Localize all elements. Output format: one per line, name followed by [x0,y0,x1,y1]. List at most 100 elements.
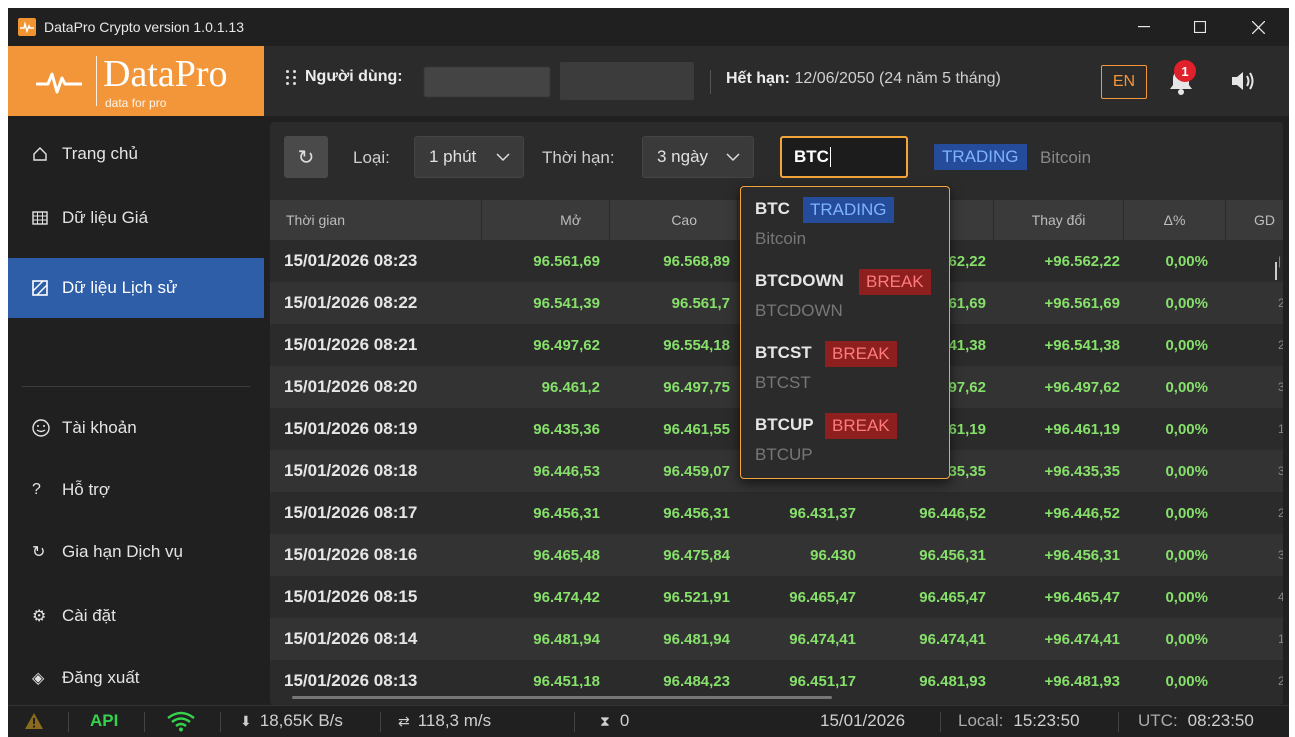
question-icon: ? [32,481,41,498]
cell-change: +96.481,93 [1044,672,1121,690]
suggestion-name: BTCDOWN [755,301,843,320]
sidebar-item-label: Dữ liệu Giá [62,208,149,227]
status-badge: TRADING [803,197,894,223]
expiry-label: Hết hạn: [726,70,790,87]
sidebar-item-home[interactable]: Trang chủ [8,124,264,184]
cell-open: 96.435,36 [533,420,600,438]
cell-pct: 0,00% [1165,546,1208,564]
logo: DataPro data for pro [8,46,264,116]
sidebar-item-label: Dữ liệu Lịch sử [62,278,178,297]
cell-open: 96.561,69 [533,252,600,270]
cell-time: 15/01/2026 08:17 [284,503,418,522]
table-row[interactable]: 15/01/2026 08:15 96.474,42 96.521,91 96.465… [270,576,1283,618]
sidebar-item-label: Hỗ trợ [62,480,110,499]
symbol-search-input[interactable]: BTC [780,136,908,178]
logout-icon: ◈ [32,670,45,687]
column-header-high[interactable]: Cao [610,200,738,240]
cell-open: 96.541,39 [533,294,600,312]
sidebar-item-account[interactable]: Tài khoản [8,398,264,458]
cell-open: 96.497,62 [533,336,600,354]
download-speed: ⬇ 18,65K B/s [240,711,343,731]
utc-time-label: UTC: [1138,711,1178,730]
cell-change: +96.456,31 [1044,546,1121,564]
status-divider [220,712,221,732]
suggestion-item-btcst[interactable]: BTCST BREAK BTCST [741,331,949,403]
refresh-button[interactable]: ↻ [284,136,328,178]
cell-low: 96.430 [810,546,856,564]
cell-open: 96.474,42 [533,588,600,606]
table-row[interactable]: 15/01/2026 08:16 96.465,48 96.475,84 96.430… [270,534,1283,576]
sidebar-item-logout[interactable]: ◈ Đăng xuất [8,648,264,708]
table-row[interactable]: 15/01/2026 08:14 96.481,94 96.481,94 96.474… [270,618,1283,660]
gear-icon: ⚙ [32,608,47,625]
app-icon [18,18,36,36]
hourglass-icon: ⧗ [600,712,610,729]
header-divider [710,70,711,94]
column-header-pct[interactable]: Δ% [1124,200,1226,240]
cell-pct: 0,00% [1165,504,1208,522]
sidebar-item-label: Đăng xuất [62,668,140,687]
cell-high: 96.521,91 [663,588,730,606]
cell-gd: 4 [1278,590,1283,604]
sidebar-item-settings[interactable]: ⚙ Cài đặt [8,586,264,646]
latency: ⇄ 118,3 m/s [398,711,491,731]
cell-pct: 0,00% [1165,294,1208,312]
suggestion-symbol: BTCDOWN [755,271,844,290]
language-button[interactable]: EN [1101,65,1147,99]
warning-icon[interactable] [24,712,44,730]
cell-gd: 3 [1278,548,1283,562]
minimize-button[interactable] [1116,8,1172,46]
chevron-down-icon [496,153,510,162]
cell-close: 96.446,52 [919,504,986,522]
sidebar-item-renew[interactable]: ↻ Gia hạn Dịch vụ [8,522,264,582]
queue: ⧗ 0 [600,711,629,731]
status-divider [144,712,145,732]
column-header-time[interactable]: Thời gian [270,200,482,240]
suggestion-name: Bitcoin [755,229,807,248]
sidebar-item-support[interactable]: ? Hỗ trợ [8,460,264,520]
table-row[interactable]: 15/01/2026 08:17 96.456,31 96.456,31 96.431… [270,492,1283,534]
grid-icon [32,210,56,226]
cell-low: 96.474,41 [789,630,856,648]
status-badge: BREAK [825,341,897,367]
cell-gd: 2 [1278,296,1283,310]
sidebar-item-history-data[interactable]: Dữ liệu Lịch sử [8,258,264,318]
sidebar-item-label: Cài đặt [62,606,116,625]
utc-time: UTC: 08:23:50 [1138,711,1254,731]
user-id-redacted [560,62,694,100]
suggestion-symbol: BTCUP [755,415,814,434]
period-select[interactable]: 3 ngày [642,136,754,178]
cell-time: 15/01/2026 08:14 [284,629,418,648]
horizontal-scrollbar[interactable] [292,696,832,699]
sidebar-item-price-data[interactable]: Dữ liệu Giá [8,188,264,248]
type-select[interactable]: 1 phút [414,136,524,178]
latency-value: 118,3 m/s [417,711,492,730]
cell-high: 96.554,18 [663,336,730,354]
cell-pct: 0,00% [1165,588,1208,606]
vertical-scrollbar[interactable] [1275,262,1277,280]
history-icon [32,280,56,296]
cell-pct: 0,00% [1165,462,1208,480]
suggestion-item-btc[interactable]: BTC TRADING Bitcoin [741,187,949,259]
suggestion-item-btcdown[interactable]: BTCDOWN BREAK BTCDOWN [741,259,949,331]
status-badge: BREAK [825,413,897,439]
column-header-change[interactable]: Thay đổi [994,200,1124,240]
chevron-down-icon [726,153,740,162]
local-time-label: Local: [958,711,1004,730]
expiry-value: 12/06/2050 (24 năm 5 tháng) [794,70,1001,87]
cell-pct: 0,00% [1165,336,1208,354]
suggestion-item-btcup[interactable]: BTCUP BREAK BTCUP [741,403,949,475]
column-header-open[interactable]: Mở [482,200,610,240]
status-divider [380,712,381,732]
cell-time: 15/01/2026 08:21 [284,335,418,354]
maximize-button[interactable] [1172,8,1228,46]
close-button[interactable] [1230,8,1286,46]
column-header-gd[interactable]: GD [1226,200,1283,240]
speaker-icon[interactable] [1230,68,1258,94]
cell-high: 96.568,89 [663,252,730,270]
drag-handle-icon[interactable] [286,69,297,85]
download-icon: ⬇ [240,712,252,729]
cell-close: 96.481,93 [919,672,986,690]
status-divider [574,712,575,732]
sidebar-divider [22,386,250,387]
